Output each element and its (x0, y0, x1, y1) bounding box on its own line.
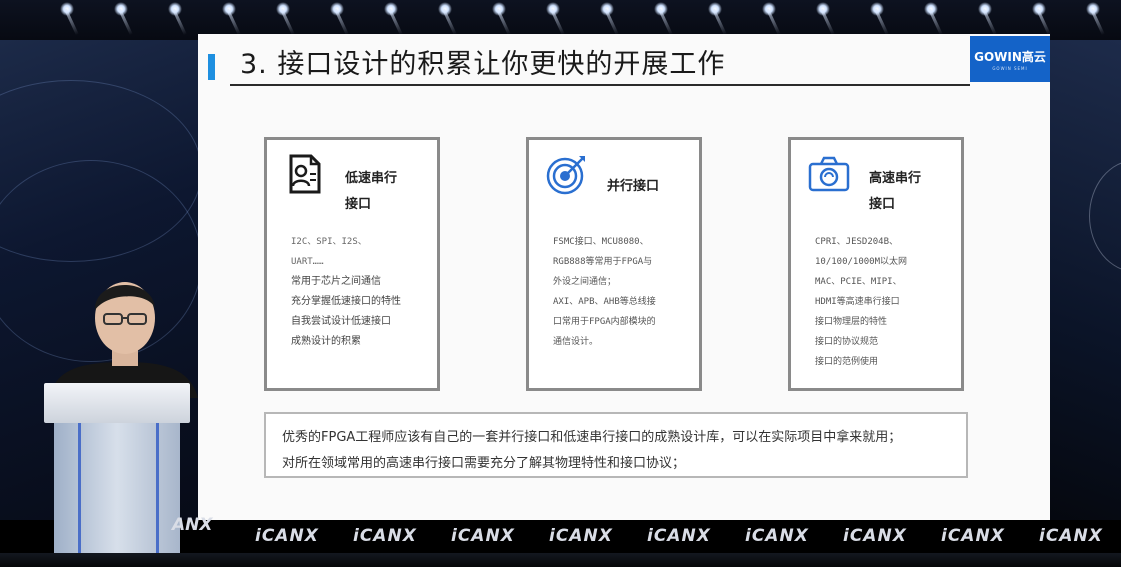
gowin-logo: GOWIN高云 GOWIN SEMI (970, 36, 1050, 82)
card-low-speed-serial: 低速串行 接口 I2C、SPI、I2S、 UART…… 常用于芯片之间通信 充分… (264, 137, 440, 391)
banner-logo-text: iCANX (941, 526, 1005, 546)
card-parallel: 并行接口 FSMC接口、MCU8080、 RGB888等常用于FPGA与 外设之… (526, 137, 702, 391)
title-underline (230, 84, 970, 86)
camera-icon (808, 156, 850, 192)
banner-logo-text: iCANX (255, 526, 319, 546)
banner-logo-text: iCANX (843, 526, 907, 546)
podium-banner-tag: ANX (172, 515, 213, 535)
card-body-text: FSMC接口、MCU8080、 RGB888等常用于FPGA与 外设之间通信； … (553, 237, 656, 347)
target-icon (546, 156, 585, 195)
banner-logo-text: iCANX (745, 526, 809, 546)
summary-line-2: 对所在领域常用的高速串行接口需要充分了解其物理特性和接口协议； (282, 456, 686, 471)
banner-logo-text: iCANX (1039, 526, 1103, 546)
summary-line-1: 优秀的FPGA工程师应该有自己的一套并行接口和低速串行接口的成熟设计库，可以在实… (282, 430, 902, 445)
moon-decoration (1089, 160, 1121, 272)
card-title-line: 接口 (869, 197, 896, 212)
card-body-protocols: I2C、SPI、I2S、 UART…… (291, 237, 367, 267)
card-title: 并行接口 (607, 174, 687, 200)
document-person-icon (289, 154, 321, 194)
card-title-line: 高速串行 (869, 171, 922, 186)
card-title-line: 低速串行 (345, 171, 398, 186)
presentation-slide: 3. 接口设计的积累让你更快的开展工作 GOWIN高云 GOWIN SEMI 低… (198, 34, 1050, 520)
card-title: 低速串行 接口 (345, 166, 425, 218)
right-led-wall (1049, 40, 1121, 520)
podium-light-strip (156, 423, 159, 557)
card-high-speed-serial: 高速串行 接口 CPRI、JESD204B、 10/100/1000M以太网 M… (788, 137, 964, 391)
slide-title: 3. 接口设计的积累让你更快的开展工作 (240, 49, 726, 80)
title-accent-bar (208, 54, 215, 80)
stage-background: 3. 接口设计的积累让你更快的开展工作 GOWIN高云 GOWIN SEMI 低… (0, 0, 1121, 567)
logo-subtext: GOWIN SEMI (992, 65, 1028, 71)
podium-top (44, 383, 190, 423)
card-body: I2C、SPI、I2S、 UART…… 常用于芯片之间通信 充分掌握低速接口的特… (291, 232, 441, 352)
stage-floor (0, 553, 1121, 567)
card-body-text: CPRI、JESD204B、 10/100/1000M以太网 MAC、PCIE、… (815, 237, 908, 367)
banner-logo-text: iCANX (451, 526, 515, 546)
summary-note-box: 优秀的FPGA工程师应该有自己的一套并行接口和低速串行接口的成熟设计库，可以在实… (264, 412, 968, 478)
banner-logo-text: iCANX (549, 526, 613, 546)
card-title-line: 接口 (345, 197, 372, 212)
banner-logo-text: iCANX (647, 526, 711, 546)
card-title: 高速串行 接口 (869, 166, 949, 218)
card-title-line: 并行接口 (607, 179, 660, 194)
speaker-person (50, 282, 198, 398)
podium-light-strip (78, 423, 81, 557)
podium-body: ANX (54, 423, 213, 557)
logo-text: GOWIN高云 (974, 49, 1046, 64)
card-body-text: 常用于芯片之间通信 充分掌握低速接口的特性 自我尝试设计低速接口 成熟设计的积累 (291, 276, 401, 347)
banner-logo-text: iCANX (353, 526, 417, 546)
